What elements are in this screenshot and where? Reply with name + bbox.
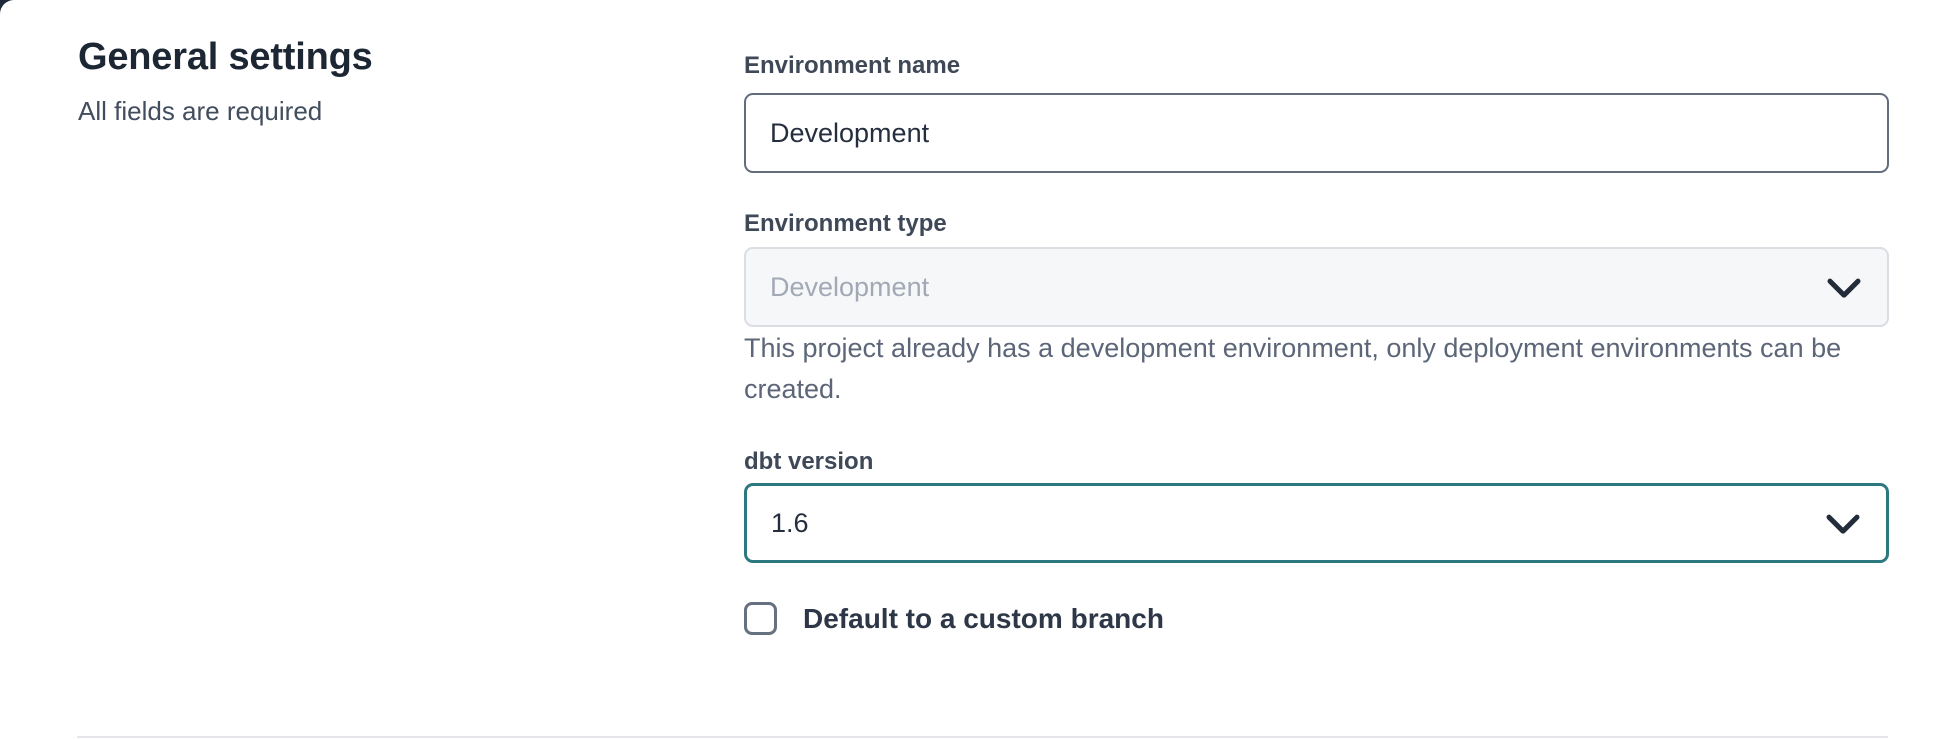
environment-type-label: Environment type bbox=[744, 210, 947, 238]
custom-branch-label[interactable]: Default to a custom branch bbox=[803, 603, 1164, 635]
environment-type-select: Development bbox=[744, 247, 1889, 327]
page-title: General settings bbox=[78, 36, 373, 79]
environment-name-label: Environment name bbox=[744, 52, 960, 80]
chevron-down-icon bbox=[1826, 514, 1860, 535]
environment-name-input[interactable] bbox=[744, 93, 1889, 173]
chevron-down-icon bbox=[1827, 278, 1861, 299]
custom-branch-checkbox[interactable] bbox=[744, 602, 777, 635]
environment-type-help-text: This project already has a development e… bbox=[744, 328, 1894, 410]
dbt-version-select[interactable]: 1.6 bbox=[744, 483, 1889, 563]
page-subtitle: All fields are required bbox=[78, 96, 322, 127]
dbt-version-value: 1.6 bbox=[771, 508, 809, 539]
environment-type-value: Development bbox=[770, 272, 929, 303]
settings-panel: General settings All fields are required… bbox=[0, 0, 1958, 740]
dbt-version-label: dbt version bbox=[744, 448, 873, 476]
section-divider bbox=[77, 736, 1888, 738]
custom-branch-row: Default to a custom branch bbox=[744, 602, 1164, 635]
